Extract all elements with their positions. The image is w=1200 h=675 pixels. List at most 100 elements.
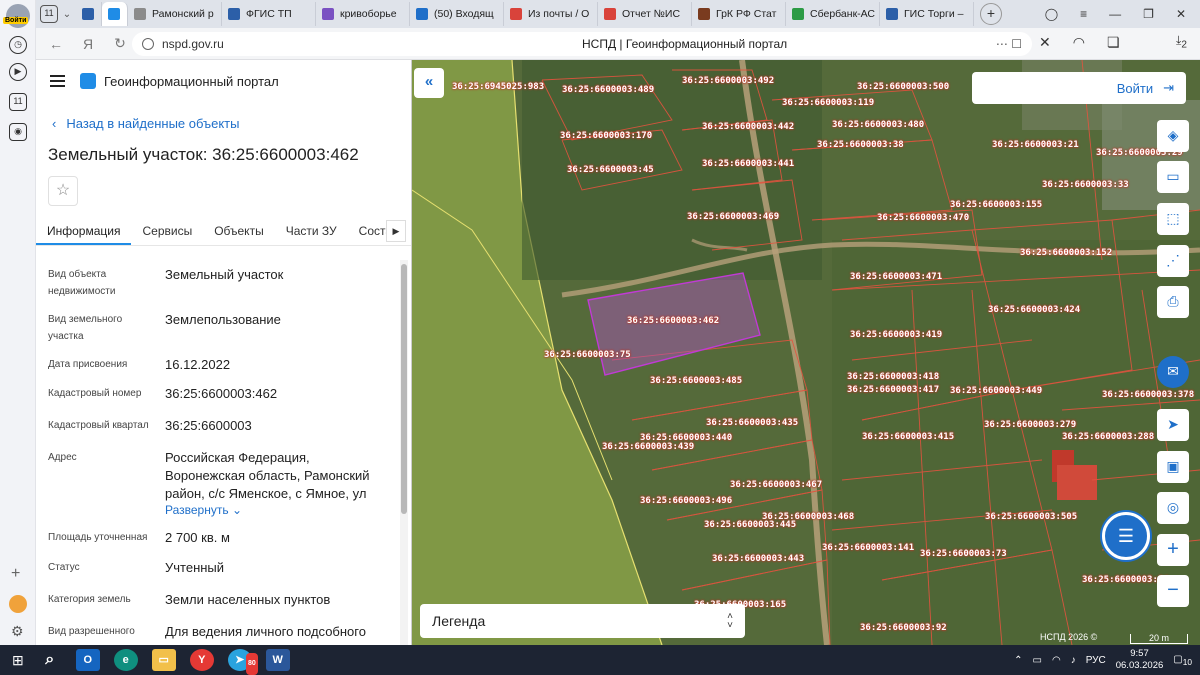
tab-parts[interactable]: Части ЗУ (275, 218, 348, 245)
tabs-count-icon[interactable]: 11 (9, 93, 27, 111)
tab-0[interactable]: Рамонский р (128, 2, 222, 26)
cadastral-label[interactable]: 36:25:6945025:983 (452, 82, 544, 92)
wifi-icon[interactable]: ◠ (1052, 655, 1061, 666)
protect-icon[interactable]: ◠ (1073, 34, 1085, 51)
minimap-button[interactable]: ▣ (1157, 451, 1189, 483)
tabs-scroll-right-button[interactable]: ▶ (386, 220, 406, 242)
back-arrow-icon[interactable]: ← (44, 36, 68, 52)
messages-button[interactable]: ✉ (1157, 356, 1189, 388)
legend-dropdown[interactable]: Легенда ˄ ˅ (420, 604, 745, 638)
mail-service-icon[interactable] (9, 595, 27, 613)
back-to-results-link[interactable]: ‹ Назад в найденные объекты (52, 116, 239, 131)
cadastral-label[interactable]: 36:25:6600003:418 (847, 372, 939, 382)
reload-icon[interactable]: ↻ (108, 35, 132, 52)
ruler-button[interactable]: ▭ (1157, 161, 1189, 193)
navigation-arrow-button[interactable]: ➤ (1157, 409, 1189, 441)
close-icon[interactable]: ✕ (1176, 7, 1186, 21)
user-avatar[interactable] (6, 4, 30, 28)
cadastral-label[interactable]: 36:25:6600003:417 (847, 385, 939, 395)
cadastral-label[interactable]: 36:25:6600003:489 (562, 85, 654, 95)
map-view[interactable]: 36:25:6945025:983 36:25:6600003:489 36:2… (412, 60, 1200, 645)
yandex-logo-icon[interactable]: Я (76, 36, 100, 52)
cadastral-label[interactable]: 36:25:6600003:500 (857, 82, 949, 92)
cadastral-label[interactable]: 36:25:6600003:462 (627, 316, 719, 326)
cadastral-label[interactable]: 36:25:6600003:441 (702, 159, 794, 169)
collections-icon[interactable]: ❏ (1107, 34, 1120, 51)
tab-7[interactable]: Сбербанк-АС (786, 2, 880, 26)
zoom-out-button[interactable]: − (1157, 575, 1189, 607)
favorite-star-button[interactable]: ☆ (48, 176, 78, 206)
expand-address-link[interactable]: Развернуть ⌄ (165, 501, 390, 519)
menu-icon[interactable]: ≡ (1080, 7, 1087, 21)
history-icon[interactable]: ◷ (9, 36, 27, 54)
location-button[interactable]: ◎ (1157, 492, 1189, 524)
cadastral-label[interactable]: 36:25:6600003:449 (950, 386, 1042, 396)
collapse-panel-button[interactable]: « (414, 68, 444, 98)
tab-count-button[interactable]: 11 (40, 5, 58, 23)
cadastral-label[interactable]: 36:25:6600003:152 (1020, 248, 1112, 258)
pinned-tab-mail[interactable] (76, 2, 102, 26)
print-button[interactable]: ⎙ (1157, 286, 1189, 318)
tab-information[interactable]: Информация (36, 218, 132, 245)
cadastral-label[interactable]: 36:25:6600003:419 (850, 330, 942, 340)
cadastral-label[interactable]: 36:25:6600003:424 (988, 305, 1080, 315)
tab-list-chevron-icon[interactable]: ⌄ (58, 9, 76, 20)
cadastral-label[interactable]: 36:25:6600003:84 (1082, 575, 1169, 585)
select-area-button[interactable]: ⬚ (1157, 203, 1189, 235)
cadastral-label[interactable]: 36:25:6600003:442 (702, 122, 794, 132)
new-tab-button[interactable]: + (980, 3, 1002, 25)
tab-2[interactable]: кривоборье (316, 2, 410, 26)
cadastral-label[interactable]: 36:25:6600003:45 (567, 165, 654, 175)
cadastral-label[interactable]: 36:25:6600003:480 (832, 120, 924, 130)
share-button[interactable]: ⋰ (1157, 245, 1189, 277)
sidebar-login-badge[interactable]: Войти (3, 17, 29, 24)
cadastral-label[interactable]: 36:25:6600003:485 (650, 376, 742, 386)
clock[interactable]: 9:57 06.03.2026 (1116, 648, 1164, 672)
yandex-browser-icon[interactable]: Y (189, 649, 214, 671)
outlook-icon[interactable]: O (75, 649, 100, 671)
windows-start-icon[interactable]: ⊞ (12, 652, 24, 669)
cadastral-label[interactable]: 36:25:6600003:415 (862, 432, 954, 442)
layers-button[interactable]: ◈ (1157, 120, 1189, 152)
cadastral-label[interactable]: 36:25:6600003:496 (640, 496, 732, 506)
cadastral-label[interactable]: 36:25:6600003:471 (850, 272, 942, 282)
tab-3[interactable]: (50) Входящ (410, 2, 504, 26)
cadastral-label[interactable]: 36:25:6600003:92 (860, 623, 947, 633)
map-login-button[interactable]: Войти ⇥ (972, 72, 1186, 104)
downloads-icon[interactable]: ⤓2 (1176, 33, 1187, 50)
play-icon[interactable]: ▶ (9, 63, 27, 81)
tab-1[interactable]: ФГИС ТП (222, 2, 316, 26)
restore-icon[interactable]: ❐ (1143, 7, 1154, 21)
url-field[interactable]: nspd.gov.ru НСПД | Геоинформационный пор… (132, 32, 1032, 56)
panel-scrollbar[interactable] (400, 260, 408, 645)
cadastral-label[interactable]: 36:25:6600003:33 (1042, 180, 1129, 190)
tab-services[interactable]: Сервисы (131, 218, 203, 245)
cadastral-label[interactable]: 36:25:6600003:467 (730, 480, 822, 490)
cadastral-label[interactable]: 36:25:6600003:21 (992, 140, 1079, 150)
word-icon[interactable]: W (265, 649, 290, 671)
extension-icon[interactable]: ✕ (1039, 34, 1051, 51)
network-icon[interactable]: ▭ (1033, 655, 1042, 666)
cadastral-label[interactable]: 36:25:6600003:119 (782, 98, 874, 108)
cadastral-label[interactable]: 36:25:6600003:73 (920, 549, 1007, 559)
tab-5[interactable]: Отчет №ИС (598, 2, 692, 26)
screenshot-icon[interactable]: ◉ (9, 123, 27, 141)
notifications-icon[interactable]: ▢10 (1173, 654, 1192, 667)
file-explorer-icon[interactable]: ▭ (151, 649, 176, 671)
scrollbar-thumb[interactable] (401, 264, 407, 514)
cadastral-label[interactable]: 36:25:6600003:443 (712, 554, 804, 564)
cadastral-label[interactable]: 36:25:6600003:445 (704, 520, 796, 530)
cadastral-label[interactable]: 36:25:6600003:470 (877, 213, 969, 223)
telegram-icon[interactable]: ➤ 80 (227, 649, 258, 675)
tab-6[interactable]: ГрК РФ Стат (692, 2, 786, 26)
cadastral-label[interactable]: 36:25:6600003:75 (544, 350, 631, 360)
profile-icon[interactable]: ◯ (1045, 7, 1058, 21)
cadastral-label[interactable]: 36:25:6600003:435 (706, 418, 798, 428)
tab-8[interactable]: ГИС Торги – (880, 2, 974, 26)
cadastral-label[interactable]: 36:25:6600003:469 (687, 212, 779, 222)
menu-hamburger-icon[interactable] (50, 75, 65, 87)
tab-4[interactable]: Из почты / О (504, 2, 598, 26)
cadastral-label[interactable]: 36:25:6600003:492 (682, 76, 774, 86)
cadastral-label[interactable]: 36:25:6600003:141 (822, 543, 914, 553)
cadastral-label[interactable]: 36:25:6600003:155 (950, 200, 1042, 210)
